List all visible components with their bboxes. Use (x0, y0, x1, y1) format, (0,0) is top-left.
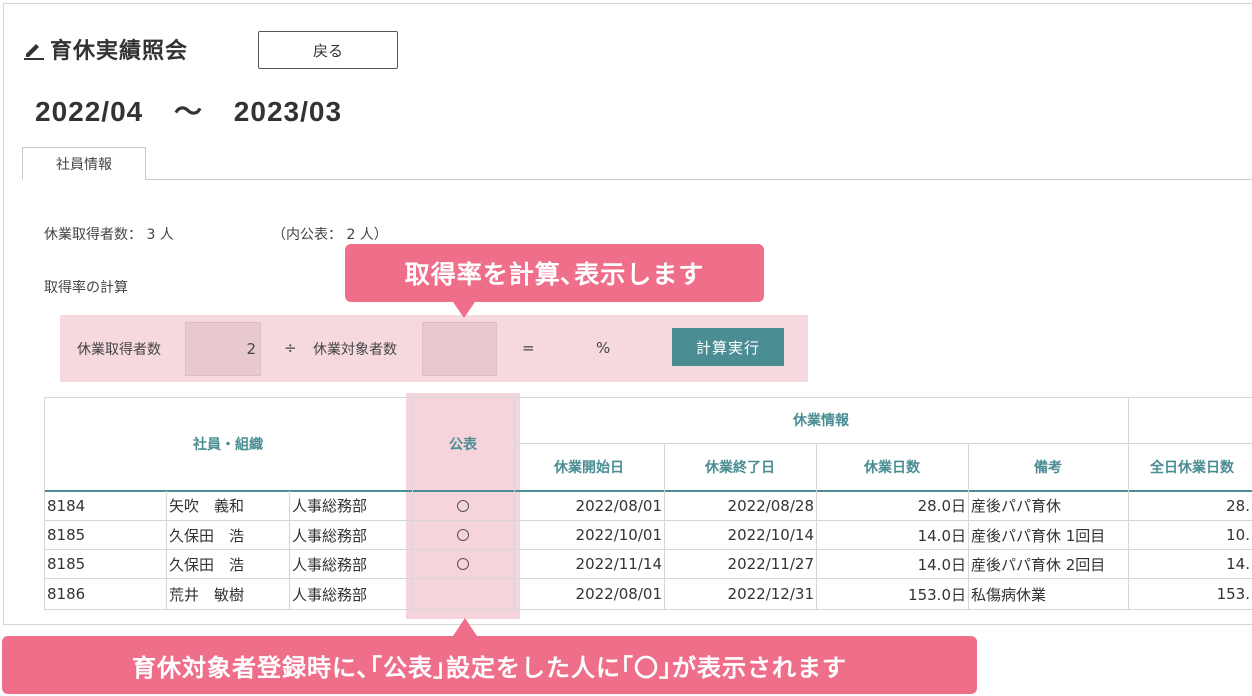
cell-dept: 人事総務部 (292, 497, 368, 515)
calculate-button[interactable]: 計算実行 (672, 328, 784, 366)
header-full-days: 全日休業日数 (1150, 459, 1234, 476)
back-button[interactable]: 戻る (258, 31, 398, 69)
period-end: 2023/03 (233, 96, 343, 127)
percent-sign: % (596, 339, 611, 357)
page-title: 育休実績照会 (22, 33, 188, 65)
pencil-icon (24, 44, 44, 60)
takers-count-text: 休業取得者数： 3 人 (44, 227, 174, 243)
cell-full-days: 28. (1226, 496, 1250, 515)
cell-id: 8184 (47, 496, 86, 515)
cell-id: 8186 (47, 585, 86, 603)
cell-note: 私傷病休業 (971, 585, 1047, 604)
divide-sign: ÷ (284, 339, 297, 357)
period-range: 2022/04 〜 2023/03 (35, 90, 342, 130)
cell-end: 2022/11/27 (727, 555, 814, 573)
cell-end: 2022/12/31 (727, 585, 814, 603)
header-note: 備考 (1034, 459, 1062, 476)
callout-calculate: 取得率を計算､表示します (345, 244, 764, 318)
cell-note: 産後パパ育休 2回目 (971, 555, 1106, 574)
equals-sign: = (522, 339, 535, 357)
calc-section-label: 取得率の計算 (44, 280, 128, 296)
cell-name: 荒井 敏樹 (169, 585, 245, 604)
header-days: 休業日数 (864, 459, 920, 476)
period-start: 2022/04 (35, 96, 144, 127)
cell-name: 矢吹 義和 (169, 497, 245, 515)
cell-start: 2022/08/01 (575, 496, 662, 515)
cell-end: 2022/08/28 (727, 496, 814, 515)
cell-days: 28.0日 (917, 497, 966, 515)
cell-public (412, 550, 514, 578)
public-count-text: （内公表： 2 人） (272, 227, 388, 243)
tab-employee-info[interactable]: 社員情報 (22, 147, 146, 180)
cell-start: 2022/10/01 (575, 526, 662, 544)
cell-end: 2022/10/14 (727, 526, 814, 544)
header-start-date: 休業開始日 (554, 459, 624, 476)
cell-name: 久保田 浩 (169, 555, 245, 574)
cell-dept: 人事総務部 (292, 585, 368, 604)
cell-full-days: 153. (1216, 585, 1250, 603)
cell-dept: 人事総務部 (292, 526, 368, 545)
leave-table: 社員・組織 公表 休業情報 休業開始日 休業終了日 休業日数 備考 全日休業日数… (44, 397, 1252, 610)
circle-icon (457, 529, 469, 541)
cell-note: 産後パパ育休 1回目 (971, 526, 1106, 545)
header-end-date: 休業終了日 (705, 459, 775, 476)
header-leave-info: 休業情報 (793, 413, 849, 429)
summary-line: 休業取得者数： 3 人 （内公表： 2 人） (44, 224, 388, 244)
header-employee-org: 社員・組織 (193, 436, 263, 453)
targets-input[interactable] (422, 322, 497, 376)
takers-input[interactable]: 2 (185, 322, 261, 376)
circle-icon (457, 558, 469, 570)
takers-label: 休業取得者数 (77, 342, 161, 358)
cell-days: 14.0日 (917, 555, 966, 574)
tab-bar-line (22, 179, 1252, 180)
page-title-text: 育休実績照会 (50, 39, 189, 64)
cell-dept: 人事総務部 (292, 555, 368, 574)
circle-icon (457, 499, 469, 512)
cell-id: 8185 (47, 526, 86, 544)
rate-calculation-panel: 休業取得者数 2 ÷ 休業対象者数 = % 計算実行 (60, 315, 808, 382)
cell-days: 14.0日 (917, 526, 966, 545)
cell-full-days: 10. (1226, 526, 1250, 544)
cell-id: 8185 (47, 555, 86, 573)
cell-start: 2022/11/14 (575, 555, 662, 573)
cell-public (412, 491, 514, 520)
callout-public-mark: 育休対象者登録時に､｢公表｣設定をした人に｢〇｣が表示されます (2, 618, 977, 694)
targets-label: 休業対象者数 (313, 342, 397, 358)
cell-name: 久保田 浩 (169, 526, 245, 545)
cell-public (412, 521, 514, 549)
cell-days: 153.0日 (908, 585, 966, 604)
period-separator: 〜 (174, 96, 204, 127)
cell-public (412, 579, 514, 609)
cell-note: 産後パパ育休 (971, 497, 1062, 515)
header-public: 公表 (449, 436, 477, 453)
cell-full-days: 14. (1226, 555, 1250, 573)
cell-start: 2022/08/01 (575, 585, 662, 603)
